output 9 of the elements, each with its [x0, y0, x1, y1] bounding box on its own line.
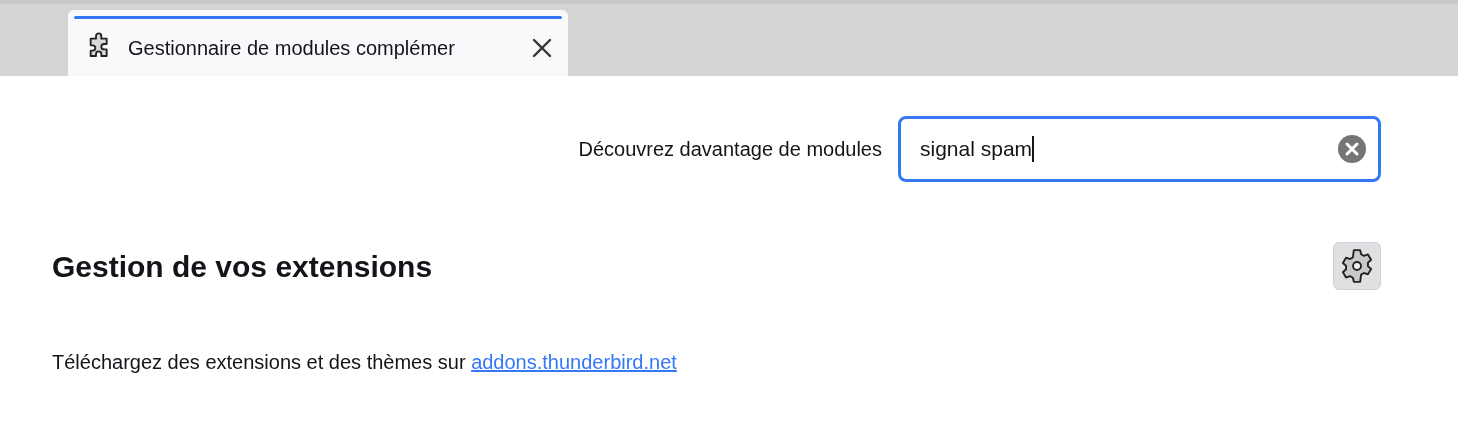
tab[interactable]: Gestionnaire de modules complémer — [68, 10, 568, 76]
section-heading: Gestion de vos extensions — [52, 248, 433, 285]
download-sentence: Téléchargez des extensions et des thèmes sur addons.thunderbird.net — [52, 350, 678, 375]
settings-button[interactable] — [1333, 242, 1381, 290]
addons-link[interactable]: addons.thunderbird.net — [471, 351, 677, 373]
clear-icon[interactable] — [1338, 135, 1366, 163]
search-label: Découvrez davantage de modules — [578, 137, 882, 162]
search-field[interactable]: signal spam — [898, 116, 1381, 182]
tab-title: Gestionnaire de modules complémer — [128, 35, 456, 61]
